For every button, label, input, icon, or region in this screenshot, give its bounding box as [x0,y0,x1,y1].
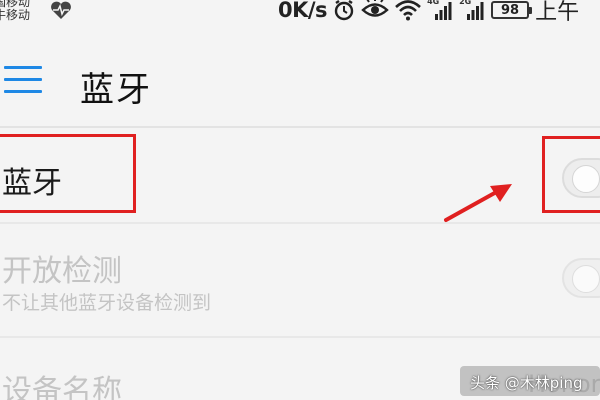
page-title: 蓝牙 [80,70,152,110]
discoverable-toggle[interactable] [562,258,600,298]
discoverable-description: 不让其他蓝牙设备检测到 [2,292,212,314]
carrier-line-2: 牛移动 [0,8,31,22]
toolbar-divider [0,126,600,128]
status-indicators: 0K/s 4G 2G 98 上午 [278,0,580,25]
eye-comfort-icon [361,0,389,17]
app-toolbar: 蓝牙 [0,46,600,124]
device-name-label: 设备名称 [2,374,122,400]
alarm-clock-icon [334,0,354,21]
discoverable-setting-row[interactable]: 开放检测 不让其他蓝牙设备检测到 [0,226,600,336]
signal-bars-icon [435,2,452,20]
signal-2g-indicator: 2G [459,0,485,21]
signal-bars-icon [467,2,484,20]
annotation-arrow-icon [444,184,512,222]
clock-time: 上午 [535,0,580,25]
discoverable-label: 开放检测 [2,254,122,289]
bluetooth-toggle[interactable] [562,158,600,198]
row-divider [0,336,600,338]
toggle-knob [572,265,600,293]
bluetooth-label: 蓝牙 [2,166,62,201]
network-speed: 0K/s [278,0,328,22]
battery-indicator: 98 [491,1,533,19]
health-heart-icon [51,1,71,19]
wifi-icon [395,0,421,21]
watermark-text: 头条 @木林ping [470,374,583,392]
hamburger-menu-icon[interactable] [4,66,44,96]
status-bar: 国移动 牛移动 0K/s 4G 2G 98 上午 [0,0,600,26]
signal-4g-indicator: 4G [427,0,453,21]
toggle-knob [572,165,600,193]
carrier-info: 国移动 牛移动 [0,0,54,22]
